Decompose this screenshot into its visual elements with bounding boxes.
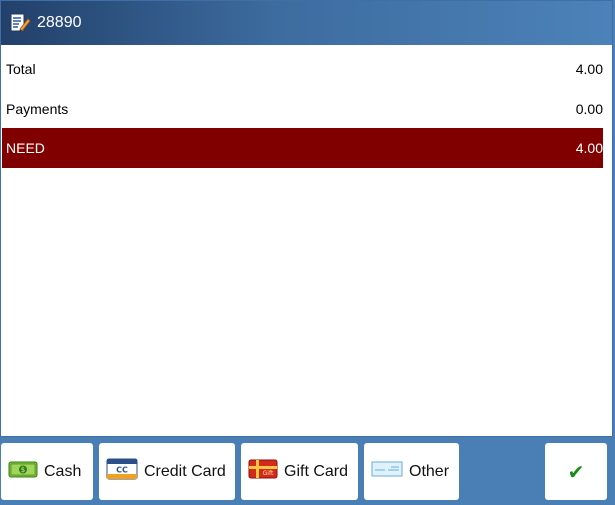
svg-text:Gift: Gift — [263, 470, 274, 477]
window-title: 28890 — [37, 14, 82, 31]
credit-card-label: Credit Card — [144, 462, 226, 480]
cash-icon: $ — [8, 459, 38, 484]
need-value: 4.00 — [575, 140, 603, 156]
cash-label: Cash — [44, 462, 82, 480]
credit-card-icon: CC — [106, 458, 138, 485]
checkmark-icon: ✔ — [567, 459, 585, 484]
payment-window: 28890 Total 4.00 Payments 0.00 NEED 4.00 — [0, 0, 613, 437]
need-row: NEED 4.00 — [2, 128, 603, 168]
other-button[interactable]: Other — [364, 443, 459, 500]
payments-label: Payments — [6, 101, 69, 117]
check-icon — [371, 460, 403, 483]
title-bar: 28890 — [1, 1, 612, 45]
other-label: Other — [409, 462, 450, 480]
total-label: Total — [6, 61, 36, 77]
svg-text:CC: CC — [116, 466, 128, 475]
cash-button[interactable]: $ Cash — [1, 443, 93, 500]
gift-card-label: Gift Card — [284, 462, 349, 480]
total-value: 4.00 — [575, 61, 603, 77]
gift-card-button[interactable]: Gift Gift Card — [241, 443, 358, 500]
edit-document-icon — [9, 12, 31, 34]
total-row: Total 4.00 — [2, 49, 603, 89]
payments-value: 0.00 — [575, 101, 603, 117]
payments-row: Payments 0.00 — [2, 89, 603, 129]
gift-card-icon: Gift — [248, 458, 278, 485]
need-label: NEED — [6, 140, 45, 156]
credit-card-button[interactable]: CC Credit Card — [99, 443, 235, 500]
svg-text:$: $ — [21, 466, 25, 474]
confirm-button[interactable]: ✔ — [545, 443, 607, 500]
payment-toolbar: $ Cash CC Credit Card Gift Gift Card Oth… — [0, 437, 615, 505]
